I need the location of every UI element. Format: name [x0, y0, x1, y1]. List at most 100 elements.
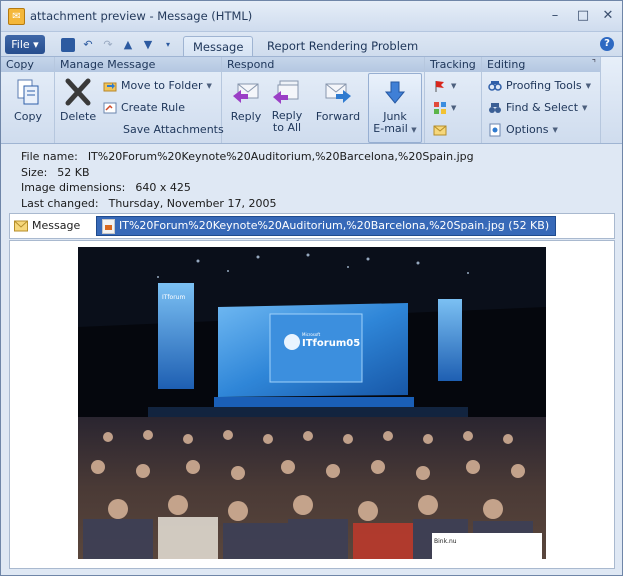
- minimize-button[interactable]: –: [546, 7, 564, 24]
- tracking-group: Tracking ▼ ▼: [425, 57, 482, 143]
- screen-brand-text: Microsoft: [302, 332, 321, 337]
- delete-button-label: Delete: [60, 110, 97, 123]
- move-to-folder-label: Move to Folder: [121, 79, 203, 92]
- save-attachments-label: Save Attachments: [123, 123, 224, 136]
- manage-message-group: Manage Message Delete Move to Folder ▼ Cr…: [55, 57, 224, 143]
- message-attachment-label: Message: [32, 219, 81, 232]
- reply-all-label-2: to All: [272, 121, 302, 134]
- auditorium-photo: ITforum Microsoft ITforum05 Bink.nu: [78, 247, 546, 559]
- previous-item-icon[interactable]: ▲: [121, 38, 135, 52]
- window-title: attachment preview - Message (HTML): [30, 9, 253, 23]
- delete-button[interactable]: Delete: [60, 77, 96, 123]
- reply-all-button[interactable]: Reply to All: [268, 77, 306, 134]
- size-row: Size: 52 KB: [21, 165, 474, 181]
- help-icon[interactable]: ?: [600, 37, 614, 51]
- manage-message-group-label: Manage Message: [55, 57, 221, 72]
- file-tab[interactable]: File ▾: [5, 35, 45, 54]
- dimensions-row: Image dimensions: 640 x 425: [21, 180, 474, 196]
- file-name-row: File name: IT%20Forum%20Keynote%20Auditor…: [21, 149, 474, 165]
- create-rule-button[interactable]: Create Rule: [103, 99, 185, 117]
- side-banner-text: ITforum: [162, 294, 185, 301]
- proofing-tools-label: Proofing Tools: [506, 79, 582, 92]
- ribbon-tabs: File ▾ ↶ ↷ ▲ ▼ ▾ Message Report Renderin…: [1, 32, 622, 57]
- chevron-down-icon: ▼: [411, 126, 417, 134]
- outlook-app-icon[interactable]: ✉: [8, 8, 25, 25]
- size-value: 52 KB: [57, 165, 90, 179]
- respond-group: Respond Reply Reply to All Forward Junk …: [222, 57, 425, 143]
- find-select-button[interactable]: Find & Select ▼: [488, 99, 587, 117]
- rule-icon: [103, 102, 117, 114]
- message-attachment-tab[interactable]: Message: [14, 217, 80, 234]
- chevron-down-icon: ▼: [451, 82, 457, 90]
- mark-unread-button[interactable]: [433, 121, 447, 139]
- options-button[interactable]: Options ▼: [488, 121, 558, 139]
- categorize-icon: [434, 102, 446, 114]
- chevron-down-icon: ▼: [585, 82, 592, 90]
- outlook-message-window: ✉ attachment preview - Message (HTML) – …: [0, 0, 623, 576]
- junk-arrow-icon: [384, 81, 406, 104]
- proofing-tools-button[interactable]: Proofing Tools ▼: [488, 77, 591, 95]
- image-file-icon: [102, 219, 115, 234]
- forward-button[interactable]: Forward: [314, 77, 362, 123]
- binoculars-icon: [489, 103, 501, 113]
- last-changed-label: Last changed:: [21, 196, 99, 210]
- file-name-label: File name:: [21, 150, 78, 163]
- tracking-group-label: Tracking: [425, 57, 481, 72]
- chevron-down-icon: ▼: [451, 104, 457, 112]
- reply-all-icon: [273, 80, 299, 104]
- copy-group: Copy Copy: [1, 57, 55, 143]
- proofing-icon: [488, 81, 502, 91]
- size-label: Size:: [21, 165, 48, 179]
- reply-button[interactable]: Reply: [228, 77, 264, 123]
- undo-icon[interactable]: ↶: [81, 38, 95, 52]
- flag-icon: [435, 81, 444, 92]
- watermark-band: [432, 533, 542, 559]
- forward-label: Forward: [315, 110, 361, 123]
- junk-email-button[interactable]: Junk E-mail ▼: [368, 73, 422, 143]
- categorize-button[interactable]: ▼: [433, 99, 456, 117]
- save-icon[interactable]: [61, 37, 75, 52]
- close-button[interactable]: ✕: [599, 7, 617, 24]
- envelope-icon: [14, 220, 28, 231]
- file-info: File name: IT%20Forum%20Keynote%20Auditor…: [21, 149, 474, 211]
- next-item-icon[interactable]: ▼: [141, 38, 155, 52]
- move-folder-icon: [103, 82, 117, 92]
- redo-icon[interactable]: ↷: [101, 38, 115, 52]
- chevron-down-icon: ▼: [582, 104, 588, 112]
- junk-label-2: E-mail: [373, 122, 408, 135]
- copy-button[interactable]: Copy: [9, 77, 47, 123]
- delete-x-icon: [65, 78, 91, 106]
- selected-attachment-label: IT%20Forum%20Keynote%20Auditorium,%20Bar…: [119, 219, 550, 232]
- attachment-preview-pane: ITforum Microsoft ITforum05 Bink.nu: [9, 240, 615, 569]
- editing-group-label: Editing: [482, 57, 600, 72]
- move-to-folder-button[interactable]: Move to Folder ▼: [103, 77, 212, 95]
- customize-toolbar-icon[interactable]: ▾: [161, 38, 175, 52]
- create-rule-label: Create Rule: [121, 101, 185, 114]
- copy-button-label: Copy: [14, 110, 42, 123]
- follow-up-button[interactable]: ▼: [433, 77, 456, 95]
- options-icon: [489, 123, 501, 137]
- forward-icon: [325, 83, 351, 103]
- quick-access-toolbar: ↶ ↷ ▲ ▼ ▾: [61, 36, 175, 53]
- ribbon: Copy Copy Manage Message Delete Move to …: [1, 56, 622, 144]
- dialog-launcher-icon[interactable]: ⌝: [592, 59, 596, 69]
- tab-report-rendering-problem[interactable]: Report Rendering Problem: [258, 36, 427, 56]
- respond-group-label: Respond: [222, 57, 424, 72]
- options-label: Options: [506, 123, 549, 136]
- tab-message[interactable]: Message: [183, 36, 254, 57]
- reply-label: Reply: [230, 110, 262, 123]
- editing-group: Editing Proofing Tools ▼ Find & Select ▼ O…: [482, 57, 601, 143]
- save-attachments-button[interactable]: Save Attachments: [123, 121, 224, 139]
- screen-title-text: ITforum05: [302, 338, 360, 349]
- right-side-banner: [438, 299, 462, 381]
- find-select-label: Find & Select: [506, 101, 579, 114]
- watermark-text: Bink.nu: [434, 538, 457, 545]
- reply-icon: [233, 83, 259, 103]
- title-bar: ✉ attachment preview - Message (HTML) – …: [1, 1, 622, 32]
- chevron-down-icon: ▼: [552, 126, 558, 134]
- selected-attachment[interactable]: IT%20Forum%20Keynote%20Auditorium,%20Bar…: [96, 216, 557, 236]
- copy-group-label: Copy: [1, 57, 54, 72]
- last-changed-value: Thursday, November 17, 2005: [108, 196, 277, 210]
- maximize-button[interactable]: □: [574, 7, 592, 24]
- attachment-bar: Message IT%20Forum%20Keynote%20Auditoriu…: [9, 213, 615, 239]
